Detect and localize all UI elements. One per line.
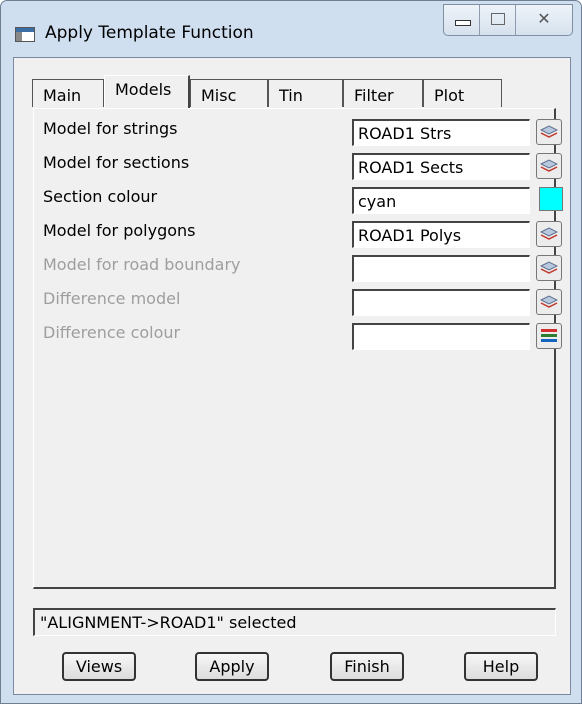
status-bar: "ALIGNMENT->ROAD1" selected: [33, 608, 556, 636]
models-panel: Model for strings ROAD1 Strs Model for s…: [33, 108, 563, 589]
model-for-road-boundary-label: Model for road boundary: [43, 255, 241, 274]
tab-tin[interactable]: Tin: [268, 79, 343, 107]
window-title: Apply Template Function: [45, 23, 254, 43]
model-for-road-boundary-picker-button[interactable]: [536, 255, 562, 281]
maximize-button[interactable]: [480, 5, 516, 35]
layers-icon: [540, 159, 558, 172]
layers-icon: [540, 261, 558, 274]
difference-colour-picker-button[interactable]: [536, 323, 562, 349]
model-for-polygons-input[interactable]: ROAD1 Polys: [352, 221, 530, 248]
views-button[interactable]: Views: [62, 652, 136, 681]
model-for-polygons-picker-button[interactable]: [536, 221, 562, 247]
model-for-sections-label: Model for sections: [43, 153, 190, 172]
dialog-body: Main Models Misc Tin Filter Plot Model f…: [13, 57, 571, 695]
apply-template-window: Apply Template Function ✕ Main Models Mi…: [0, 0, 582, 704]
tab-label: Main: [43, 86, 82, 105]
model-for-strings-input[interactable]: ROAD1 Strs: [352, 119, 530, 146]
tab-label: Tin: [279, 86, 303, 105]
model-for-strings-label: Model for strings: [43, 119, 178, 138]
section-colour-label: Section colour: [43, 187, 158, 206]
model-for-sections-picker-button[interactable]: [536, 153, 562, 179]
section-colour-input[interactable]: cyan: [352, 187, 530, 214]
model-for-strings-picker-button[interactable]: [536, 119, 562, 145]
layers-icon: [540, 227, 558, 240]
difference-model-label: Difference model: [43, 289, 181, 308]
difference-colour-input[interactable]: [352, 323, 530, 350]
help-button[interactable]: Help: [464, 652, 538, 681]
minimize-icon: [455, 20, 471, 26]
tab-models[interactable]: Models: [104, 75, 190, 108]
difference-colour-label: Difference colour: [43, 323, 181, 342]
tab-main[interactable]: Main: [32, 79, 104, 107]
colour-list-icon: [541, 329, 557, 342]
layers-icon: [540, 125, 558, 138]
finish-button[interactable]: Finish: [330, 652, 404, 681]
close-button[interactable]: ✕: [516, 5, 572, 35]
title-bar[interactable]: Apply Template Function ✕: [1, 1, 581, 57]
model-for-polygons-label: Model for polygons: [43, 221, 196, 240]
tab-label: Plot: [434, 86, 465, 105]
difference-model-picker-button[interactable]: [536, 289, 562, 315]
model-for-road-boundary-input[interactable]: [352, 255, 530, 282]
close-icon: ✕: [537, 9, 551, 28]
model-for-sections-input[interactable]: ROAD1 Sects: [352, 153, 530, 180]
tab-misc[interactable]: Misc: [190, 79, 268, 107]
minimize-button[interactable]: [444, 5, 480, 35]
window-controls: ✕: [443, 4, 573, 36]
tab-label: Misc: [201, 86, 237, 105]
tab-plot[interactable]: Plot: [423, 79, 502, 107]
section-colour-swatch[interactable]: [539, 187, 563, 211]
tab-label: Models: [115, 80, 172, 99]
tab-filter[interactable]: Filter: [343, 79, 423, 107]
layers-icon: [540, 295, 558, 308]
app-window-icon: [15, 27, 35, 42]
difference-model-input[interactable]: [352, 289, 530, 316]
maximize-icon: [491, 13, 505, 25]
tab-label: Filter: [354, 86, 394, 105]
apply-button[interactable]: Apply: [195, 652, 269, 681]
